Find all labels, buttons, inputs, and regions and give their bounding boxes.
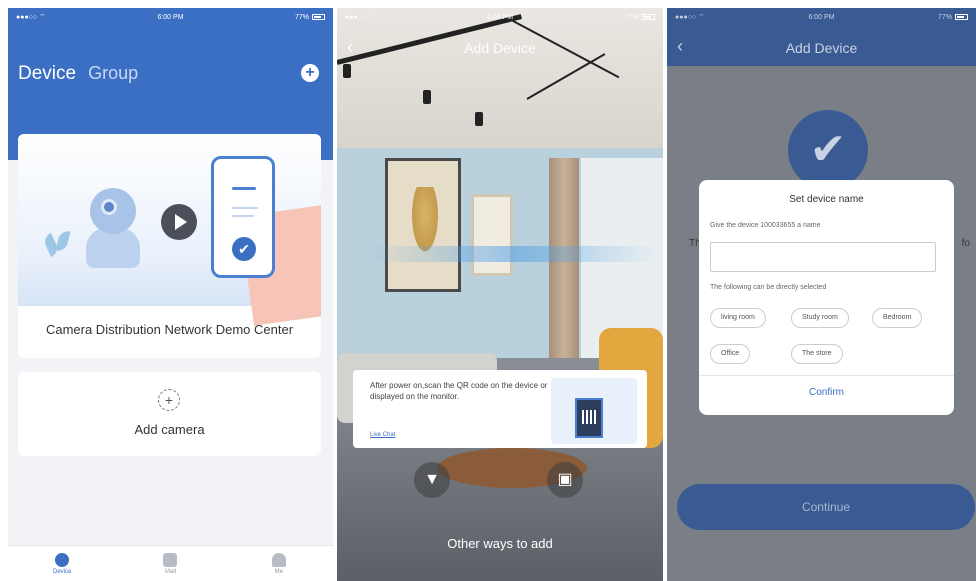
tabbar-item-device[interactable]: Device (8, 546, 116, 581)
chip-office[interactable]: Office (710, 344, 751, 364)
scan-tip-text: After power on,scan the QR code on the d… (370, 381, 548, 401)
add-camera-label: Add camera (134, 422, 205, 437)
mall-icon (163, 552, 178, 567)
play-icon[interactable] (161, 204, 197, 240)
scan-line (367, 246, 657, 262)
tabbar-label: Mall (164, 568, 176, 575)
tabbar-item-mall[interactable]: Mall (116, 546, 224, 581)
success-check-icon: ✔ (788, 110, 868, 190)
spotlight (423, 90, 431, 104)
dialog-title: Set device name (789, 194, 864, 205)
live-chat-link[interactable]: Live Chat (370, 432, 395, 438)
continue-button[interactable]: Continue (677, 484, 975, 530)
leaf-decoration (55, 229, 71, 253)
chip-living-room[interactable]: living room (710, 308, 766, 328)
camera-illustration-icon (86, 188, 140, 268)
background-text: fo (961, 238, 970, 249)
me-icon (271, 552, 286, 567)
add-device-button[interactable]: + (301, 64, 319, 82)
tabbar-label: Me (274, 568, 283, 575)
set-name-dialog: Set device name Give the device 10003365… (699, 180, 954, 415)
status-time: 6:00 PM (808, 13, 835, 21)
banner-title: Camera Distribution Network Demo Center (45, 322, 294, 337)
tab-group[interactable]: Group (88, 63, 138, 84)
wall-frame (471, 194, 513, 276)
chip-the-store[interactable]: The store (791, 344, 843, 364)
chip-bedroom[interactable]: Bedroom (872, 308, 923, 328)
status-bar: ●●●○○ ⌔ 6:00 PM 77% (8, 8, 333, 26)
room-background (337, 8, 663, 148)
qr-illustration (551, 378, 637, 444)
tab-device[interactable]: Device (18, 63, 76, 85)
spotlight (475, 112, 483, 126)
device-icon (55, 552, 70, 567)
confirm-button[interactable]: Confirm (699, 387, 954, 398)
chip-study-room[interactable]: Study room (791, 308, 849, 328)
page-title: Add Device (464, 40, 536, 56)
qr-code-icon (575, 398, 603, 438)
demo-center-banner[interactable]: ✔ Camera Distribution Network Demo Cente… (18, 134, 321, 358)
status-bar: ●●●○○ ⌔ 6:00 PM 77% (667, 8, 976, 26)
dialog-subtitle: Give the device 100033655 a name (710, 222, 821, 229)
flashlight-icon[interactable]: ▼ (414, 462, 450, 498)
header-tabs: Device Group (18, 63, 138, 85)
tabbar-label: Device (52, 568, 72, 575)
status-bar: ●●●○○ ⌔ 6:00 PM 77% (337, 8, 663, 26)
wall-painting (385, 158, 461, 292)
battery-icon (642, 13, 655, 20)
spotlight (343, 64, 351, 78)
status-time: 6:00 PM (486, 13, 514, 21)
battery-icon (955, 13, 968, 20)
set-name-screen: ●●●○○ ⌔ 6:00 PM 77% ‹ Add Device ✔ Th fo… (667, 8, 976, 581)
check-icon: ✔ (232, 237, 256, 261)
gallery-icon[interactable]: ▣ (547, 462, 583, 498)
add-camera-icon: + (158, 389, 180, 411)
page-title: Add Device (785, 40, 858, 56)
other-ways-link[interactable]: Other ways to add (337, 536, 663, 551)
scan-tip-card: After power on,scan the QR code on the d… (353, 370, 647, 448)
dialog-hint: The following can be directly selected (710, 284, 827, 291)
bottom-tab-bar: Device Mall Me (8, 545, 333, 581)
scan-qr-screen: ●●●○○ ⌔ 6:00 PM 77% ‹ Add Device After p… (337, 8, 663, 581)
banner-illustration: ✔ (18, 134, 321, 326)
tabbar-item-me[interactable]: Me (225, 546, 333, 581)
divider (699, 375, 954, 376)
device-list-screen: ●●●○○ ⌔ 6:00 PM 77% Device Group + ✔ Cam… (8, 8, 333, 581)
device-name-input[interactable] (710, 242, 936, 272)
add-camera-card[interactable]: + Add camera (18, 372, 321, 456)
battery-icon (312, 13, 325, 20)
status-time: 6:00 PM (157, 13, 184, 21)
phone-illustration-icon: ✔ (211, 156, 275, 278)
